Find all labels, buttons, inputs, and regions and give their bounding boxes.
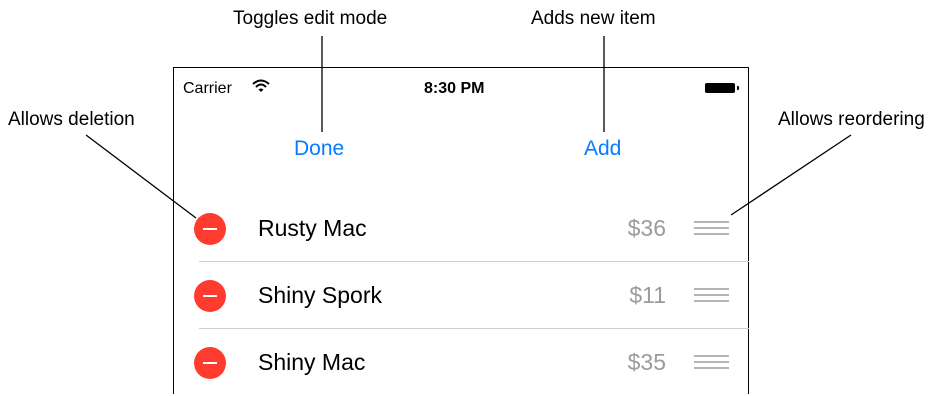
delete-icon[interactable] — [194, 347, 226, 379]
item-name: Shiny Mac — [258, 349, 366, 375]
callout-deletion: Allows deletion — [8, 109, 135, 130]
item-price: $11 — [629, 282, 666, 308]
list-item: Shiny Spork $11 — [174, 262, 749, 329]
item-price: $36 — [627, 215, 666, 241]
carrier-label: Carrier — [183, 80, 232, 97]
add-button[interactable]: Add — [584, 137, 621, 161]
battery-icon — [705, 83, 739, 93]
item-price: $35 — [627, 349, 666, 375]
wifi-icon — [252, 79, 270, 98]
list-item: Shiny Mac $35 — [174, 329, 749, 396]
phone-screen: Carrier 8:30 PM Done Add Rusty Mac $36 S… — [173, 67, 749, 394]
done-button[interactable]: Done — [294, 137, 344, 161]
leader-line-reorder — [730, 134, 852, 216]
callout-reordering: Allows reordering — [778, 109, 925, 130]
callout-add-item: Adds new item — [531, 8, 656, 29]
reorder-handle-icon[interactable] — [694, 288, 729, 302]
list-item: Rusty Mac $36 — [174, 195, 749, 262]
reorder-handle-icon[interactable] — [694, 221, 729, 235]
item-name: Rusty Mac — [258, 215, 367, 241]
callout-edit-mode: Toggles edit mode — [233, 8, 388, 29]
reorder-handle-icon[interactable] — [694, 355, 729, 369]
delete-icon[interactable] — [194, 280, 226, 312]
delete-icon[interactable] — [194, 213, 226, 245]
status-time: 8:30 PM — [424, 80, 485, 97]
item-name: Shiny Spork — [258, 282, 383, 308]
